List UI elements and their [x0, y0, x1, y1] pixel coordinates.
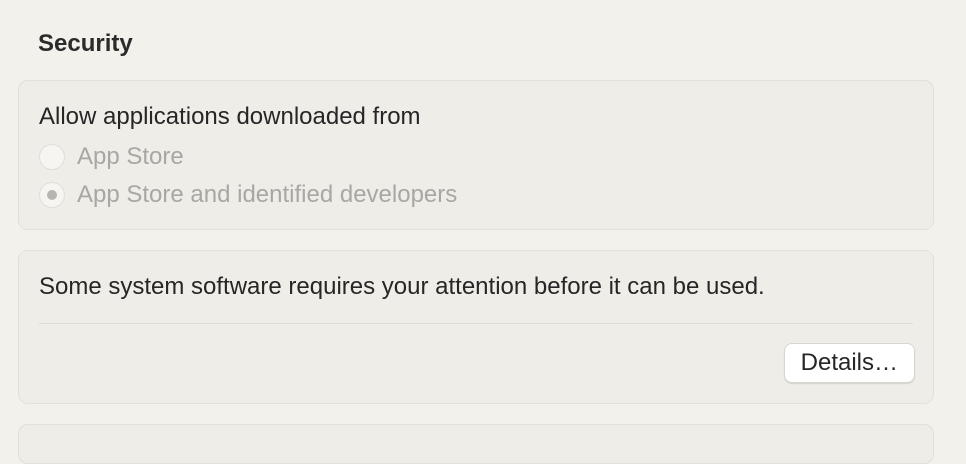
radio-button[interactable] [39, 144, 65, 170]
system-software-card: Some system software requires your atten… [18, 250, 934, 404]
allow-downloads-heading: Allow applications downloaded from [39, 103, 421, 130]
next-card [18, 424, 934, 464]
radio-app-store[interactable]: App Store [39, 143, 184, 171]
radio-button-selected[interactable] [39, 182, 65, 208]
section-title: Security [38, 30, 133, 57]
details-button[interactable]: Details… [783, 343, 915, 383]
divider [39, 323, 913, 324]
radio-label: App Store and identified developers [77, 181, 458, 208]
radio-label: App Store [77, 143, 184, 170]
attention-message: Some system software requires your atten… [39, 273, 765, 300]
radio-app-store-identified[interactable]: App Store and identified developers [39, 181, 457, 209]
allow-downloads-card: Allow applications downloaded from App S… [18, 80, 934, 230]
